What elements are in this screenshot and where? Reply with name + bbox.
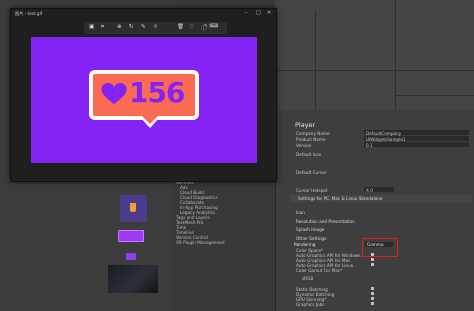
zoom-in-icon[interactable]: ⊕ bbox=[117, 24, 122, 30]
field-label: Version bbox=[296, 143, 312, 148]
minimize-icon[interactable]: – bbox=[245, 10, 248, 16]
field-input-bg[interactable] bbox=[364, 142, 469, 147]
asset-thumbnails bbox=[100, 180, 170, 311]
maximize-icon[interactable]: □ bbox=[256, 10, 261, 16]
section-other-settings[interactable]: Other Settings bbox=[296, 236, 326, 241]
checkbox[interactable] bbox=[371, 292, 374, 295]
gif-thumbnail[interactable] bbox=[118, 230, 144, 242]
cup-thumbnail[interactable] bbox=[120, 195, 147, 222]
small-thumbnail[interactable] bbox=[126, 253, 136, 260]
field-label: sRGB bbox=[302, 276, 314, 281]
close-icon[interactable]: ✕ bbox=[267, 10, 271, 16]
field-label: Color Gamut For Mac* bbox=[296, 268, 343, 273]
platform-header: Settings for PC, Mac & Linux Standalone bbox=[298, 196, 383, 201]
section-icon[interactable]: Icon bbox=[296, 210, 305, 215]
edit-button[interactable]: ✎ 编辑 bbox=[204, 23, 218, 29]
adjust-icon[interactable]: ☼ bbox=[153, 24, 158, 30]
version-input[interactable]: 0.1 bbox=[366, 143, 373, 148]
game-view-panel bbox=[275, 0, 474, 110]
image-icon[interactable]: ▣ bbox=[89, 24, 94, 30]
section-resolution[interactable]: Resolution and Presentation bbox=[296, 219, 355, 224]
inspector-panel: Player Company Name DefaultCompany Produ… bbox=[275, 110, 474, 311]
gif-image: 156 bbox=[31, 37, 257, 163]
favorite-icon[interactable]: ♡ bbox=[189, 24, 194, 30]
delete-icon[interactable]: 🗑 bbox=[177, 24, 184, 30]
section-splash[interactable]: Splash Image bbox=[296, 227, 324, 232]
viewer-titlebar[interactable]: 图片 - test.gif – □ ✕ bbox=[11, 9, 276, 18]
rotate-icon[interactable]: ↻ bbox=[129, 24, 134, 30]
photo-viewer-window: 图片 - test.gif – □ ✕ ▣ ⌗ ⊕ ↻ ✎ ☼ 🗑 ♡ ⓘ ⋯ … bbox=[10, 8, 277, 182]
rendering-label: Rendering bbox=[294, 242, 316, 247]
field-label: Default Cursor bbox=[296, 170, 327, 175]
field-label: Company Name bbox=[296, 131, 330, 136]
checkbox[interactable] bbox=[371, 253, 374, 256]
checkbox[interactable] bbox=[371, 302, 374, 305]
project-settings-tree: Services Ads Cloud Build Cloud Diagnosti… bbox=[172, 178, 275, 311]
scene-thumbnail[interactable] bbox=[108, 265, 158, 293]
viewer-title: 图片 - test.gif bbox=[15, 11, 43, 16]
highlight-box bbox=[362, 238, 398, 257]
field-label: Product Name bbox=[296, 137, 326, 142]
crop-icon[interactable]: ⌗ bbox=[101, 24, 104, 31]
markup-icon[interactable]: ✎ bbox=[141, 24, 146, 30]
checkbox[interactable] bbox=[371, 258, 374, 261]
heart-icon bbox=[101, 83, 127, 105]
field-label: Cursor Hotspot bbox=[296, 188, 328, 193]
checkbox[interactable] bbox=[371, 263, 374, 266]
field-label: Graphics Jobs bbox=[296, 302, 325, 307]
badge-tail-inner bbox=[142, 116, 158, 124]
tree-item[interactable]: XR Plugin Management bbox=[176, 240, 225, 245]
cursor-hotspot-x-input[interactable]: X 0 bbox=[366, 188, 373, 193]
checkbox[interactable] bbox=[371, 297, 374, 300]
checkbox[interactable] bbox=[371, 287, 374, 290]
inspector-title: Player bbox=[295, 121, 316, 129]
field-label: Default Icon bbox=[296, 152, 322, 157]
cup-icon bbox=[130, 203, 136, 212]
likes-count: 156 bbox=[129, 76, 185, 109]
